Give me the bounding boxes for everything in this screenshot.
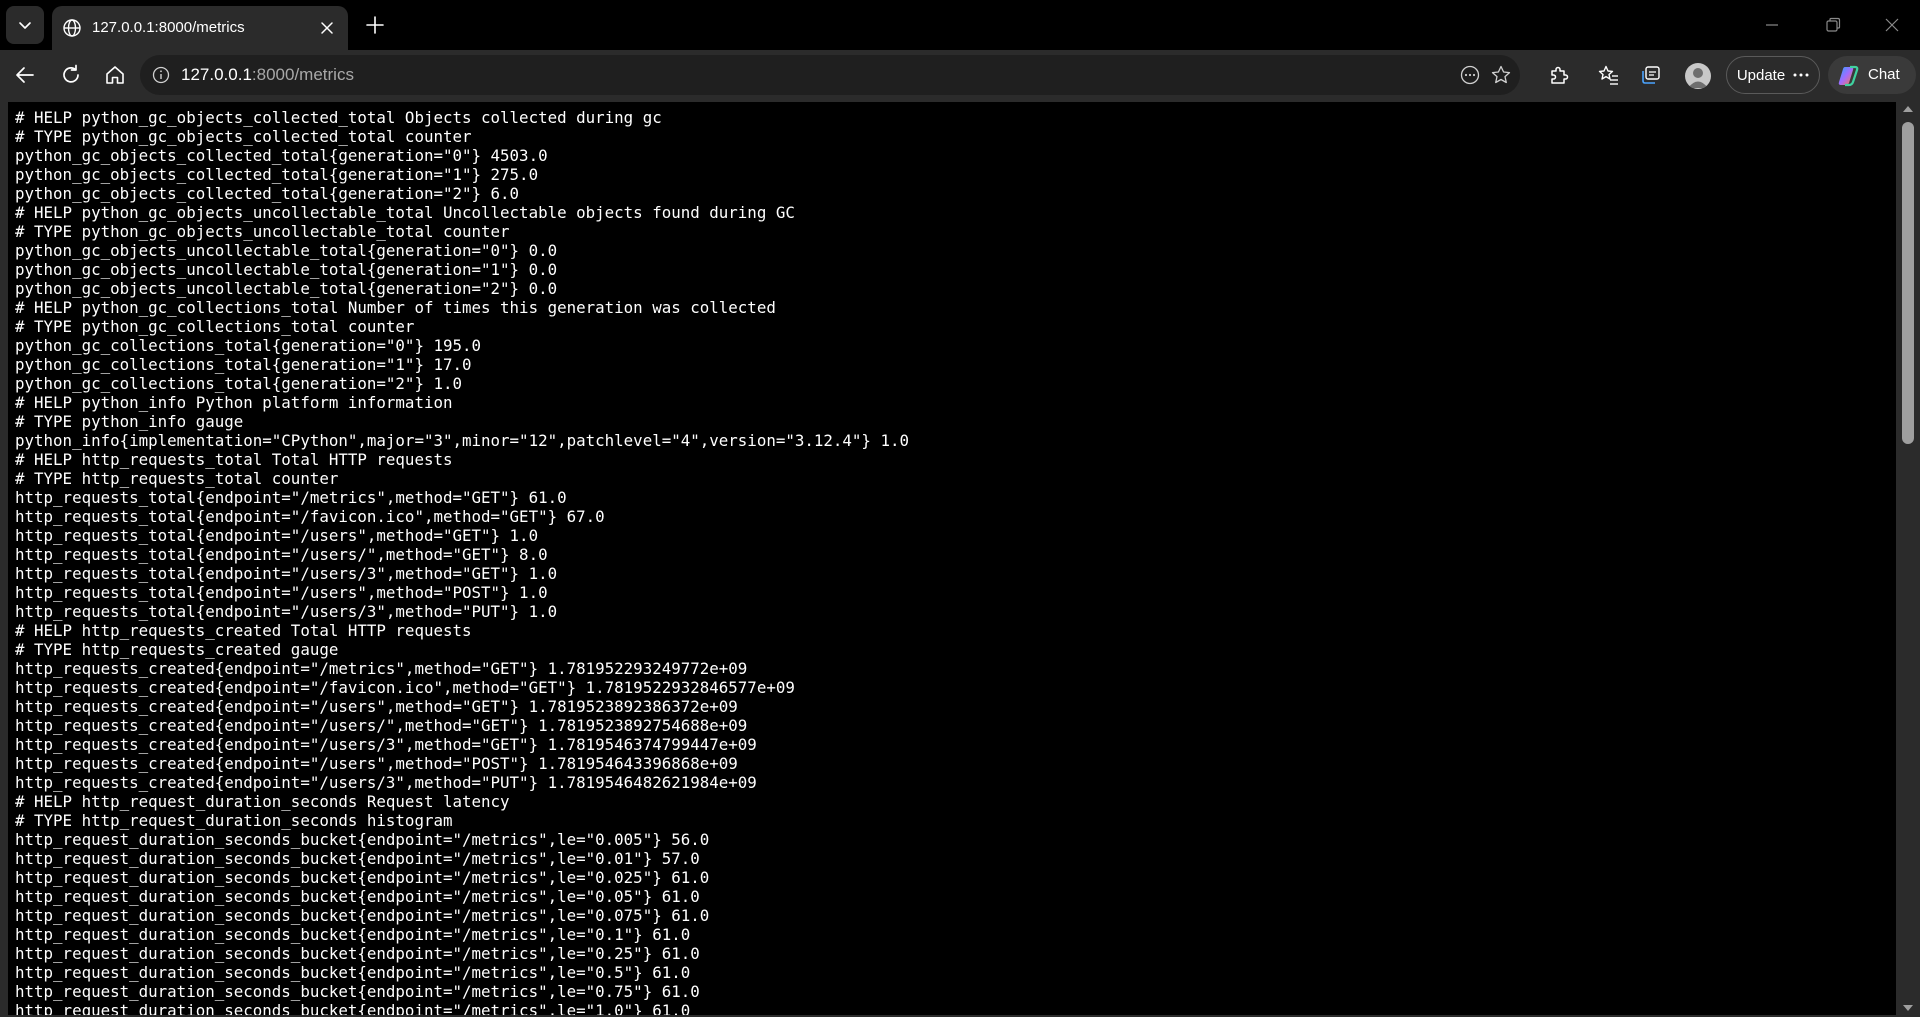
chevron-down-icon <box>19 22 31 29</box>
metric-sample-line: python_gc_objects_collected_total{genera… <box>15 165 539 184</box>
tab-title: 127.0.0.1:8000/metrics <box>92 19 245 36</box>
back-arrow-icon[interactable] <box>13 63 37 87</box>
tab-actions-button[interactable] <box>6 6 44 44</box>
metric-sample-line: http_requests_total{endpoint="/users",me… <box>15 526 539 545</box>
info-icon[interactable] <box>151 65 171 85</box>
url-path: :8000/metrics <box>251 65 354 84</box>
metric-comment-line: # HELP http_requests_total Total HTTP re… <box>15 450 453 469</box>
metric-sample-line: http_request_duration_seconds_bucket{end… <box>15 944 700 963</box>
metric-comment-line: # TYPE python_info gauge <box>15 412 244 431</box>
minimize-icon[interactable] <box>1759 12 1785 38</box>
update-button-label: Update <box>1736 66 1786 84</box>
chat-button[interactable]: Chat <box>1828 56 1916 94</box>
metric-sample-line: python_gc_collections_total{generation="… <box>15 336 482 355</box>
home-icon[interactable] <box>103 63 127 87</box>
avatar <box>1688 68 1708 88</box>
metric-sample-line: http_request_duration_seconds_bucket{end… <box>15 1001 691 1015</box>
metric-sample-line: http_request_duration_seconds_bucket{end… <box>15 868 710 887</box>
metric-comment-line: # HELP http_request_duration_seconds Req… <box>15 792 510 811</box>
metric-sample-line: http_requests_total{endpoint="/metrics",… <box>15 488 567 507</box>
favorites-icon[interactable] <box>1597 63 1621 87</box>
metric-sample-line: python_gc_objects_collected_total{genera… <box>15 146 548 165</box>
tab-strip: 127.0.0.1:8000/metrics <box>0 0 1920 50</box>
scroll-up-arrow-icon[interactable] <box>1902 104 1914 114</box>
metric-sample-line: http_requests_created{endpoint="/favicon… <box>15 678 795 697</box>
metric-sample-line: http_requests_created{endpoint="/users/"… <box>15 716 748 735</box>
metric-comment-line: # HELP python_gc_objects_collected_total… <box>15 108 662 127</box>
metric-sample-line: python_gc_objects_uncollectable_total{ge… <box>15 279 558 298</box>
address-bar[interactable]: 127.0.0.1:8000/metrics <box>140 55 1520 95</box>
plus-icon[interactable] <box>362 12 388 38</box>
metric-sample-line: http_request_duration_seconds_bucket{end… <box>15 925 691 944</box>
metric-sample-line: http_requests_total{endpoint="/users/3",… <box>15 602 558 621</box>
metric-sample-line: python_gc_collections_total{generation="… <box>15 355 472 374</box>
copilot-icon <box>1838 65 1859 87</box>
metric-sample-line: http_requests_created{endpoint="/users/3… <box>15 735 757 754</box>
metric-sample-line: http_requests_total{endpoint="/favicon.i… <box>15 507 605 526</box>
more-icon[interactable] <box>1459 64 1481 86</box>
metric-sample-line: http_requests_created{endpoint="/users/3… <box>15 773 757 792</box>
metric-comment-line: # HELP python_gc_objects_uncollectable_t… <box>15 203 795 222</box>
metric-sample-line: http_request_duration_seconds_bucket{end… <box>15 982 700 1001</box>
metric-sample-line: http_requests_created{endpoint="/users",… <box>15 697 738 716</box>
metric-sample-line: http_request_duration_seconds_bucket{end… <box>15 887 700 906</box>
metrics-page: # HELP python_gc_objects_collected_total… <box>8 102 1896 1015</box>
puzzle-icon[interactable] <box>1547 63 1571 87</box>
star-icon[interactable] <box>1490 64 1512 86</box>
metric-comment-line: # HELP http_requests_created Total HTTP … <box>15 621 472 640</box>
metric-comment-line: # TYPE python_gc_objects_uncollectable_t… <box>15 222 510 241</box>
metric-sample-line: http_request_duration_seconds_bucket{end… <box>15 830 710 849</box>
chat-button-label: Chat <box>1868 66 1900 83</box>
metric-comment-line: # TYPE http_requests_total counter <box>15 469 339 488</box>
metric-sample-line: http_requests_total{endpoint="/users/",m… <box>15 545 548 564</box>
browser-toolbar: 127.0.0.1:8000/metrics Update Chat <box>0 50 1920 100</box>
reload-icon[interactable] <box>59 63 83 87</box>
metric-sample-line: http_requests_total{endpoint="/users",me… <box>15 583 548 602</box>
url-host: 127.0.0.1 <box>181 65 252 84</box>
url-text[interactable]: 127.0.0.1:8000/metrics <box>181 65 354 85</box>
metric-sample-line: python_info{implementation="CPython",maj… <box>15 431 909 450</box>
metric-comment-line: # HELP python_info Python platform infor… <box>15 393 453 412</box>
metric-sample-line: http_request_duration_seconds_bucket{end… <box>15 963 691 982</box>
scroll-down-arrow-icon[interactable] <box>1902 1003 1914 1013</box>
metric-sample-line: python_gc_collections_total{generation="… <box>15 374 462 393</box>
close-icon[interactable] <box>318 19 336 37</box>
ellipsis-icon <box>1793 73 1809 77</box>
restore-icon[interactable] <box>1820 12 1846 38</box>
metric-sample-line: python_gc_objects_collected_total{genera… <box>15 184 520 203</box>
tab-metrics[interactable]: 127.0.0.1:8000/metrics <box>52 6 348 50</box>
scrollbar-thumb[interactable] <box>1902 122 1914 444</box>
profile-icon[interactable] <box>1685 63 1711 89</box>
metric-comment-line: # TYPE python_gc_collections_total count… <box>15 317 415 336</box>
collections-icon[interactable] <box>1639 63 1663 87</box>
metric-sample-line: http_requests_created{endpoint="/users",… <box>15 754 738 773</box>
metric-comment-line: # TYPE http_requests_created gauge <box>15 640 339 659</box>
page-viewport: # HELP python_gc_objects_collected_total… <box>0 100 1920 1017</box>
metric-comment-line: # TYPE python_gc_objects_collected_total… <box>15 127 472 146</box>
metric-sample-line: python_gc_objects_uncollectable_total{ge… <box>15 241 558 260</box>
metric-sample-line: http_requests_created{endpoint="/metrics… <box>15 659 748 678</box>
metric-comment-line: # TYPE http_request_duration_seconds his… <box>15 811 453 830</box>
metric-sample-line: python_gc_objects_uncollectable_total{ge… <box>15 260 558 279</box>
metric-sample-line: http_request_duration_seconds_bucket{end… <box>15 906 710 925</box>
metric-comment-line: # HELP python_gc_collections_total Numbe… <box>15 298 776 317</box>
metric-sample-line: http_request_duration_seconds_bucket{end… <box>15 849 700 868</box>
globe-icon <box>63 19 81 37</box>
close-window-icon[interactable] <box>1879 12 1905 38</box>
vertical-scrollbar[interactable] <box>1896 100 1920 1017</box>
update-button[interactable]: Update <box>1726 56 1820 94</box>
metric-sample-line: http_requests_total{endpoint="/users/3",… <box>15 564 558 583</box>
metrics-text: # HELP python_gc_objects_collected_total… <box>8 102 1896 1015</box>
